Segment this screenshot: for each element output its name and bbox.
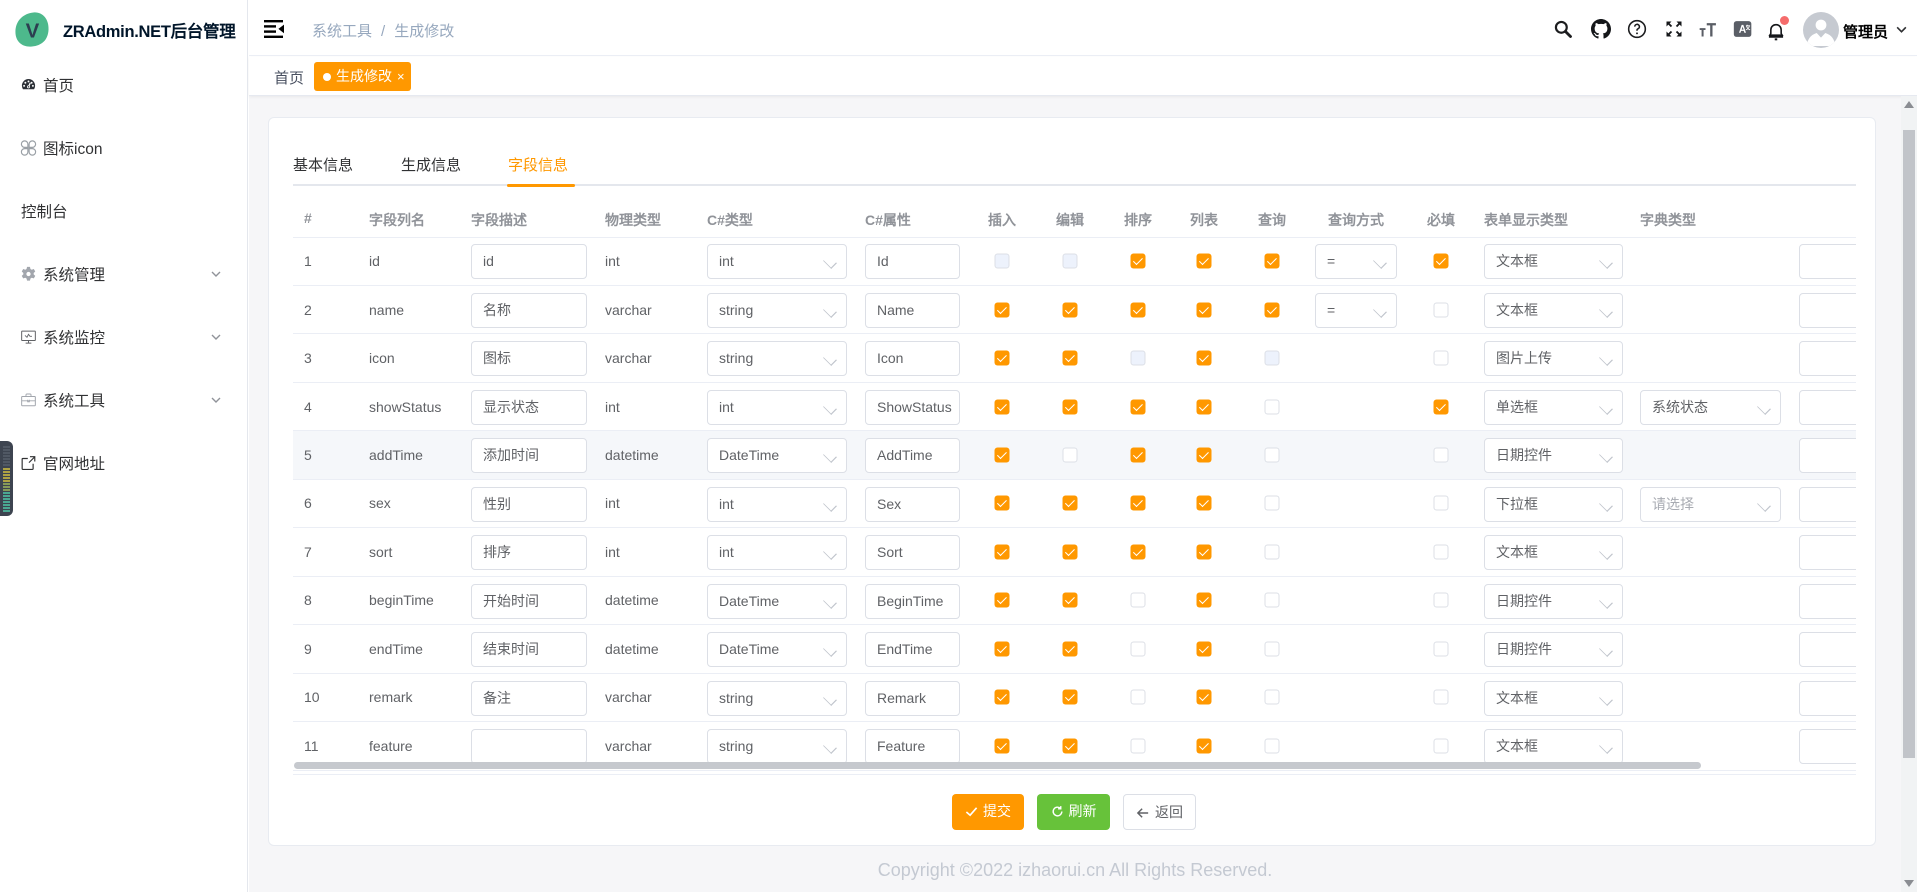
svg-text:V: V — [26, 19, 40, 42]
